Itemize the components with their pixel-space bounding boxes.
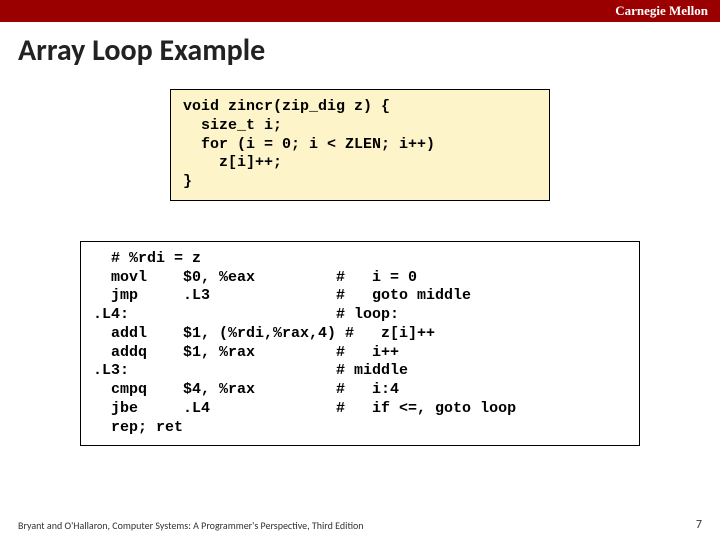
header-bar: Carnegie Mellon	[0, 0, 720, 22]
footer: Bryant and O'Hallaron, Computer Systems:…	[0, 518, 720, 532]
asm-code-box: # %rdi = z movl $0, %eax # i = 0 jmp .L3…	[80, 241, 640, 447]
page-number: 7	[696, 518, 702, 532]
slide-title: Array Loop Example	[0, 22, 720, 69]
org-label: Carnegie Mellon	[615, 3, 708, 19]
footer-citation: Bryant and O'Hallaron, Computer Systems:…	[18, 519, 364, 532]
c-code-box: void zincr(zip_dig z) { size_t i; for (i…	[170, 89, 550, 201]
